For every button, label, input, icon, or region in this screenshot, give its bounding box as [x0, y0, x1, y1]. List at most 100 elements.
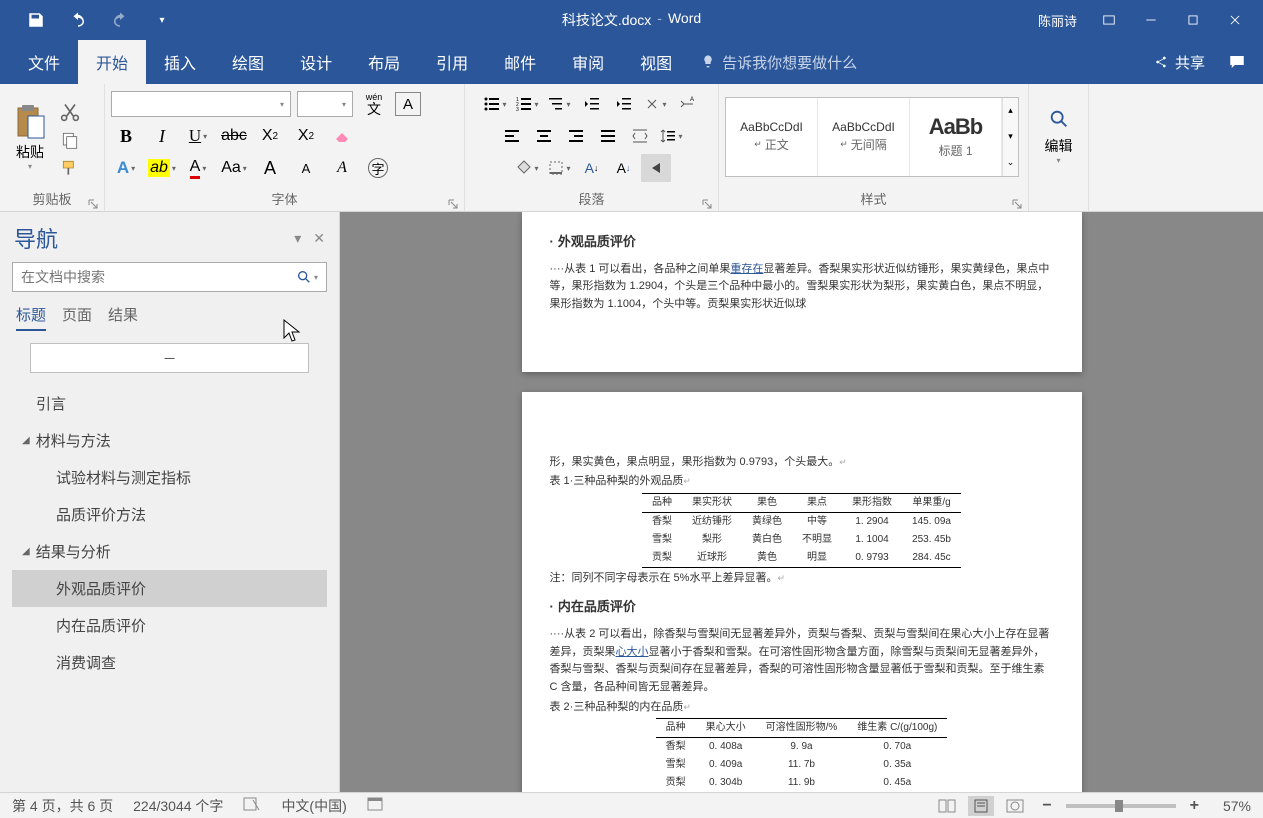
show-marks-button[interactable]: A [673, 90, 703, 118]
change-case-button[interactable]: Aa▾ [219, 154, 249, 182]
read-mode-icon[interactable] [934, 796, 960, 816]
tab-file[interactable]: 文件 [10, 40, 78, 84]
cut-icon[interactable] [60, 102, 80, 122]
status-wordcount[interactable]: 224/3044 个字 [133, 796, 223, 816]
paragraph-launcher-icon[interactable] [700, 194, 714, 208]
status-language[interactable]: 中文(中国) [281, 796, 346, 816]
tab-review[interactable]: 审阅 [554, 40, 622, 84]
grow-font-button[interactable]: A [255, 154, 285, 182]
tree-item[interactable]: 消费调查 [12, 644, 327, 681]
qat-customize-icon[interactable]: ▾ [144, 0, 180, 40]
zoom-in-button[interactable]: + [1184, 797, 1205, 815]
paste-button[interactable]: 粘贴 ▾ [6, 102, 54, 171]
tab-home[interactable]: 开始 [78, 40, 146, 84]
nav-close-icon[interactable]: ✕ [313, 230, 325, 247]
italic-button[interactable]: I [147, 122, 177, 150]
undo-icon[interactable] [60, 0, 96, 40]
tab-view[interactable]: 视图 [622, 40, 690, 84]
multilevel-list-button[interactable]: ▾ [545, 90, 575, 118]
numbering-button[interactable]: 123▾ [513, 90, 543, 118]
sort-button[interactable]: A↓ [577, 154, 607, 182]
shading-button[interactable]: ▾ [513, 154, 543, 182]
nav-tab-results[interactable]: 结果 [108, 304, 138, 331]
highlight-button[interactable]: ab▾ [147, 154, 177, 182]
nav-tab-headings[interactable]: 标题 [16, 304, 46, 331]
borders-button[interactable]: ▾ [545, 154, 575, 182]
style-normal[interactable]: AaBbCcDdI ↵正文 [726, 98, 818, 176]
line-spacing-button[interactable]: ▾ [657, 122, 687, 150]
align-right-button[interactable] [561, 122, 591, 150]
document-canvas[interactable]: 外观品质评价 ····从表 1 可以看出，各品种之间单果重存在显著差异。香梨果实… [340, 212, 1263, 792]
tree-item-active[interactable]: 外观品质评价 [12, 570, 327, 607]
tree-item[interactable]: ◢材料与方法 [12, 422, 327, 459]
search-icon[interactable] [296, 269, 312, 285]
style-gallery-expand[interactable]: ▴▾⌄ [1002, 98, 1018, 176]
share-button[interactable]: 共享 [1143, 52, 1215, 73]
format-painter-icon[interactable] [60, 158, 80, 178]
nav-dropdown-icon[interactable]: ▾ [294, 230, 301, 247]
eraser-icon[interactable] [327, 122, 357, 150]
clear-format-button[interactable]: A [327, 154, 357, 182]
ribbon-display-icon[interactable] [1089, 0, 1129, 40]
font-size-combo[interactable]: ▾ [297, 91, 353, 117]
zoom-slider[interactable] [1066, 804, 1176, 808]
maximize-icon[interactable] [1173, 0, 1213, 40]
minimize-icon[interactable] [1131, 0, 1171, 40]
tree-item[interactable]: 引言 [12, 385, 327, 422]
tree-item[interactable]: ◢结果与分析 [12, 533, 327, 570]
superscript-button[interactable]: X2 [291, 122, 321, 150]
asian-layout-button[interactable]: ▾ [641, 90, 671, 118]
tree-item[interactable]: 试验材料与测定指标 [12, 459, 327, 496]
subscript-button[interactable]: X2 [255, 122, 285, 150]
user-name[interactable]: 陈丽诗 [1028, 11, 1087, 30]
styles-launcher-icon[interactable] [1010, 194, 1024, 208]
bold-button[interactable]: B [111, 122, 141, 150]
pilcrow-button[interactable] [641, 154, 671, 182]
shrink-font-button[interactable]: A [291, 154, 321, 182]
status-proofing-icon[interactable] [243, 796, 261, 815]
comments-icon[interactable] [1219, 53, 1255, 71]
strikethrough-button[interactable]: abc [219, 122, 249, 150]
align-center-button[interactable] [529, 122, 559, 150]
nav-toolbar[interactable]: — [30, 343, 309, 373]
web-layout-icon[interactable] [1002, 796, 1028, 816]
status-page[interactable]: 第 4 页，共 6 页 [12, 796, 113, 816]
tell-me[interactable]: 告诉我你想要做什么 [690, 52, 857, 73]
clipboard-launcher-icon[interactable] [86, 194, 100, 208]
copy-icon[interactable] [60, 130, 80, 150]
justify-button[interactable] [593, 122, 623, 150]
font-name-combo[interactable]: ▾ [111, 91, 291, 117]
tab-layout[interactable]: 布局 [350, 40, 418, 84]
nav-search-box[interactable]: ▾ [12, 262, 327, 292]
nav-search-input[interactable] [21, 269, 296, 285]
style-no-spacing[interactable]: AaBbCcDdI ↵无间隔 [818, 98, 910, 176]
style-heading1[interactable]: AaBb 标题 1 [910, 98, 1002, 176]
sort-button-2[interactable]: A↓ [609, 154, 639, 182]
find-icon[interactable] [1048, 108, 1070, 130]
tab-insert[interactable]: 插入 [146, 40, 214, 84]
text-effects-button[interactable]: A▾ [111, 154, 141, 182]
save-icon[interactable] [18, 0, 54, 40]
tab-design[interactable]: 设计 [282, 40, 350, 84]
tab-mailings[interactable]: 邮件 [486, 40, 554, 84]
print-layout-icon[interactable] [968, 796, 994, 816]
tab-references[interactable]: 引用 [418, 40, 486, 84]
phonetic-guide-button[interactable]: wén文 [359, 90, 389, 118]
decrease-indent-button[interactable] [577, 90, 607, 118]
font-color-button[interactable]: A▾ [183, 154, 213, 182]
tree-item[interactable]: 品质评价方法 [12, 496, 327, 533]
close-icon[interactable] [1215, 0, 1255, 40]
enclose-char-button[interactable]: 字 [363, 154, 393, 182]
underline-button[interactable]: U▾ [183, 122, 213, 150]
increase-indent-button[interactable] [609, 90, 639, 118]
zoom-level[interactable]: 57% [1213, 798, 1251, 814]
redo-icon[interactable] [102, 0, 138, 40]
nav-tab-pages[interactable]: 页面 [62, 304, 92, 331]
distribute-button[interactable] [625, 122, 655, 150]
align-left-button[interactable] [497, 122, 527, 150]
bullets-button[interactable]: ▾ [481, 90, 511, 118]
tree-item[interactable]: 内在品质评价 [12, 607, 327, 644]
tab-draw[interactable]: 绘图 [214, 40, 282, 84]
status-macro-icon[interactable] [367, 796, 383, 815]
font-launcher-icon[interactable] [446, 194, 460, 208]
